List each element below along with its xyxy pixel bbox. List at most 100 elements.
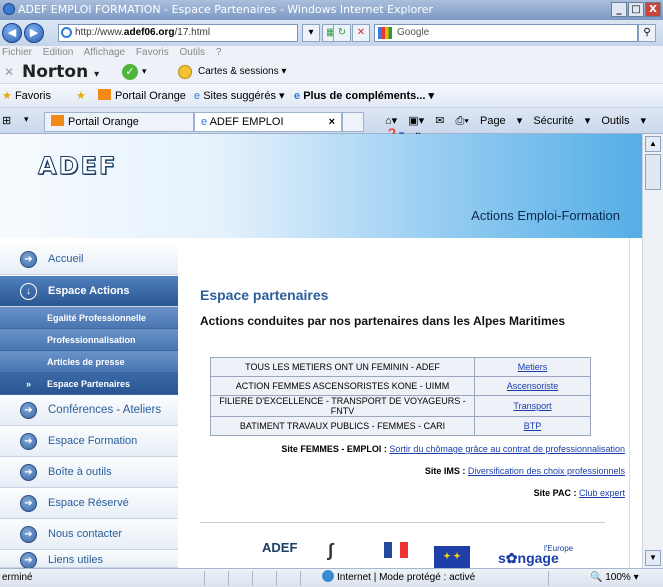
sidebar-item-conferences[interactable]: ➔ Conférences - Ateliers	[0, 395, 178, 426]
close-window-button[interactable]: X	[645, 2, 661, 17]
minimize-button[interactable]: _	[611, 2, 627, 17]
address-bar[interactable]: http://www.adef06.org/17.html	[58, 24, 298, 42]
subitem-espace-partenaires[interactable]: » Espace Partenaires	[0, 373, 178, 395]
footer-eu-flag[interactable]: ✦ ✦	[434, 546, 470, 568]
print-icon[interactable]: ⎙▾	[456, 115, 469, 127]
arrow-right-icon: ➔	[20, 464, 37, 481]
page-menu[interactable]: Page ▾	[480, 115, 522, 127]
home-icon[interactable]: ⌂▾	[385, 115, 397, 127]
menu-fichier[interactable]: Fichier	[2, 47, 32, 58]
menu-outils[interactable]: Outils	[179, 47, 205, 58]
link-ascensoriste[interactable]: Ascensoriste	[507, 381, 559, 391]
sidebar-item-accueil[interactable]: ➔ Accueil	[0, 244, 178, 275]
new-tab-button[interactable]	[342, 112, 364, 132]
norton-brand[interactable]: Norton ▾	[22, 62, 99, 82]
quick-tabs-icon[interactable]: ⊞	[2, 114, 11, 127]
menu-favoris[interactable]: Favoris	[136, 47, 169, 58]
footer-adef-logo[interactable]: ADEF	[262, 540, 297, 555]
link-transport[interactable]: Transport	[513, 401, 551, 411]
site-pac: Site PAC : Club expert	[533, 488, 625, 498]
lock-icon	[178, 65, 192, 79]
site-banner: ADEF Actions Emploi-Formation	[0, 134, 642, 238]
tab-list-icon[interactable]: ▾	[24, 114, 29, 125]
menu-edition[interactable]: Edition	[43, 47, 74, 58]
table-row: TOUS LES METIERS ONT UN FEMININ - ADEF M…	[210, 357, 591, 377]
favorites-button[interactable]: ★ Favoris	[2, 89, 51, 102]
sidebar-item-formation[interactable]: ➔ Espace Formation	[0, 426, 178, 457]
cards-sessions-button[interactable]: Cartes & sessions ▾	[198, 66, 286, 77]
page-title: Espace partenaires	[200, 287, 329, 303]
arrow-right-icon: ➔	[20, 402, 37, 419]
window-controls: _ □ X	[611, 2, 661, 17]
sidebar-item-espace-actions[interactable]: ↓ Espace Actions	[0, 276, 178, 307]
sidebar-item-contact[interactable]: ➔ Nous contacter	[0, 519, 178, 550]
feeds-icon[interactable]: ▣▾	[408, 115, 424, 127]
table-row: BATIMENT TRAVAUX PUBLICS - FEMMES - CARI…	[210, 416, 591, 436]
norton-check-dropdown-icon[interactable]: ▾	[142, 66, 147, 77]
google-icon	[378, 27, 392, 39]
globe-icon	[322, 570, 334, 582]
close-tab-icon[interactable]: ×	[329, 113, 335, 131]
scroll-up-icon[interactable]: ▲	[645, 136, 661, 152]
close-toolbar-icon[interactable]: ✕	[4, 65, 14, 79]
subitem-egalite[interactable]: Egalité Professionnelle	[0, 307, 178, 329]
adef-logo[interactable]: ADEF	[37, 152, 117, 181]
arrow-right-icon: ➔	[20, 552, 37, 569]
arrow-right-icon: ➔	[20, 526, 37, 543]
table-cell-link: Metiers	[474, 357, 591, 377]
menu-help[interactable]: ?	[216, 47, 222, 58]
chevron-right-icon: »	[26, 379, 32, 389]
window-title: ADEF EMPLOI FORMATION - Espace Partenair…	[18, 3, 433, 16]
table-cell-action: BATIMENT TRAVAUX PUBLICS - FEMMES - CARI	[210, 416, 475, 436]
link-metiers[interactable]: Metiers	[518, 362, 548, 372]
link-club-expert[interactable]: Club expert	[579, 488, 625, 498]
site-ims: Site IMS : Diversification des choix pro…	[424, 466, 625, 476]
table-cell-action: TOUS LES METIERS ONT UN FEMININ - ADEF	[210, 357, 475, 377]
arrow-right-icon: ➔	[20, 251, 37, 268]
search-input[interactable]: Google	[374, 24, 638, 42]
footer-republique-logo[interactable]	[384, 542, 408, 558]
table-cell-link: BTP	[474, 416, 591, 436]
tab-portail-orange[interactable]: Portail Orange	[44, 112, 194, 132]
add-favorite-icon[interactable]: ★	[76, 89, 86, 102]
menu-affichage[interactable]: Affichage	[84, 47, 126, 58]
sidebar-item-reserve[interactable]: ➔ Espace Réservé	[0, 488, 178, 519]
table-row: FILIERE D'EXCELLENCE - TRANSPORT DE VOYA…	[210, 395, 591, 417]
favorite-sites-suggeres[interactable]: e Sites suggérés ▾	[194, 89, 285, 102]
scroll-down-icon[interactable]: ▼	[645, 550, 661, 566]
subitem-articles[interactable]: Articles de presse	[0, 351, 178, 373]
arrow-right-icon: ➔	[20, 495, 37, 512]
refresh-icon[interactable]: ↻	[333, 24, 351, 42]
stop-icon[interactable]: ✕	[352, 24, 370, 42]
vertical-scrollbar[interactable]: ▲ ▼	[642, 134, 663, 568]
content-divider	[629, 238, 630, 568]
tab-adef[interactable]: e ADEF EMPLOI FORMATI... ×	[194, 112, 342, 146]
table-row: ACTION FEMMES ASCENSORISTES KONE - UIMM …	[210, 376, 591, 396]
address-toolbar: ◀ ▶ http://www.adef06.org/17.html ▾ ▦ ↻ …	[0, 20, 663, 46]
link-btp[interactable]: BTP	[524, 421, 542, 431]
norton-toolbar: ✕ Norton ▾ ✓ ▾ Cartes & sessions ▾	[0, 60, 663, 84]
mail-icon[interactable]: ✉	[435, 115, 444, 127]
ie-icon	[3, 3, 15, 15]
status-text: erminé	[2, 572, 33, 583]
norton-check-icon[interactable]: ✓	[122, 64, 138, 80]
footer-partner-logo[interactable]: ∫	[328, 540, 333, 561]
link-diversification[interactable]: Diversification des choix professionnels	[468, 466, 625, 476]
zoom-control[interactable]: 🔍 100% ▾	[590, 569, 639, 587]
favorite-plus-complements[interactable]: e Plus de compléments... ▾	[294, 89, 434, 102]
protected-mode-icon[interactable]	[548, 571, 584, 586]
address-dropdown-icon[interactable]: ▾	[302, 24, 320, 42]
securite-menu[interactable]: Sécurité ▾	[533, 115, 590, 127]
outils-menu[interactable]: Outils ▾	[601, 115, 646, 127]
favorite-portail-orange[interactable]: Portail Orange	[98, 89, 186, 102]
sidebar-item-boite-outils[interactable]: ➔ Boîte à outils	[0, 457, 178, 488]
sidebar-item-liens[interactable]: ➔ Liens utiles	[0, 550, 178, 569]
link-contrat-professionnalisation[interactable]: Sortir du chômage grâce au contrat de pr…	[389, 444, 625, 454]
search-icon[interactable]: ⚲	[638, 24, 656, 42]
orange-icon	[98, 89, 111, 100]
back-button[interactable]: ◀	[2, 23, 22, 43]
maximize-button[interactable]: □	[628, 2, 644, 17]
forward-button[interactable]: ▶	[24, 23, 44, 43]
scroll-thumb[interactable]	[645, 154, 661, 190]
subitem-professionnalisation[interactable]: Professionnalisation	[0, 329, 178, 351]
